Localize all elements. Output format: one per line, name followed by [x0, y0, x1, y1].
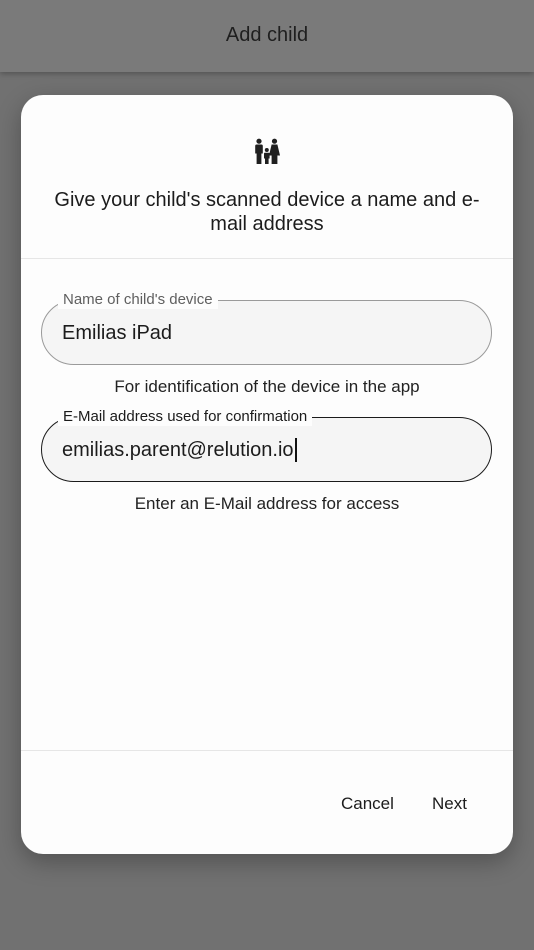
app-header: Add child [0, 0, 534, 72]
device-name-value[interactable]: Emilias iPad [62, 321, 172, 345]
text-caret [294, 438, 297, 462]
email-value[interactable]: emilias.parent@relution.io [62, 439, 294, 461]
email-value-wrapper[interactable]: emilias.parent@relution.io [62, 438, 297, 462]
next-button[interactable]: Next [432, 790, 467, 818]
divider [21, 258, 513, 259]
device-name-helper: For identification of the device in the … [114, 377, 420, 396]
device-name-field[interactable]: Name of child's device Emilias iPad [41, 291, 492, 365]
dialog-heading: Give your child's scanned device a name … [54, 189, 480, 235]
add-child-dialog: Give your child's scanned device a name … [21, 95, 513, 854]
email-helper: Enter an E-Mail address for access [134, 494, 400, 513]
divider [21, 750, 513, 751]
family-icon [255, 138, 280, 164]
email-field[interactable]: E-Mail address used for confirmation emi… [41, 408, 492, 482]
cancel-button[interactable]: Cancel [341, 790, 394, 818]
email-label: E-Mail address used for confirmation [58, 408, 313, 426]
device-name-label: Name of child's device [58, 291, 218, 309]
page-title: Add child [225, 24, 309, 46]
